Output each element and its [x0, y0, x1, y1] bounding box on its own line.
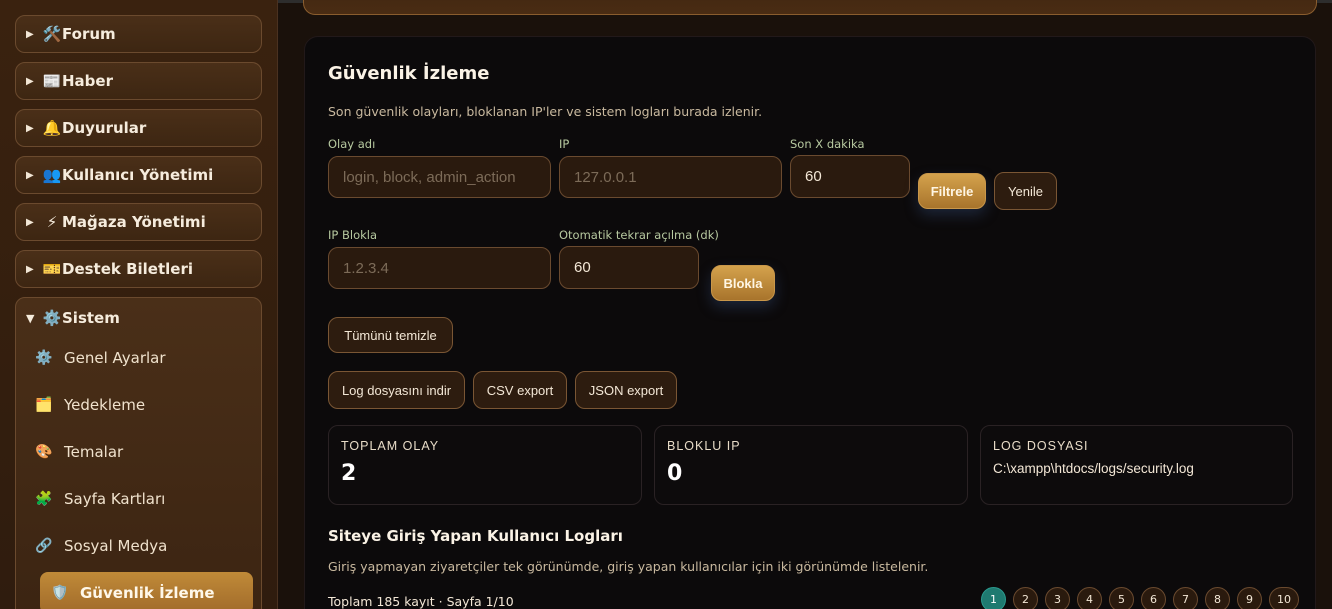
ticket-icon: 🎫 [42, 260, 62, 278]
sidebar-item-temalar[interactable]: 🎨 Temalar [24, 434, 238, 470]
event-label: Olay adı [328, 137, 376, 151]
palette-icon: 🎨 [35, 444, 53, 460]
security-card [304, 36, 1316, 609]
ip-label: IP [559, 137, 570, 151]
sidebar: ▶ 🛠️ Forum ▶ 📰 Haber ▶ 🔔 Duyurular ▶ 👥 K… [0, 0, 278, 609]
gear-icon: ⚙️ [35, 350, 53, 366]
sidebar-item-label: Destek Biletleri [62, 260, 194, 278]
tools-icon: 🛠️ [42, 25, 62, 43]
event-input[interactable]: login, block, admin_action [328, 156, 551, 198]
auto-unblock-label: Otomatik tekrar açılma (dk) [559, 228, 719, 242]
block-ip-label: IP Blokla [328, 228, 378, 242]
sidebar-item-sayfa-kartlari[interactable]: 🧩 Sayfa Kartları [24, 481, 238, 517]
page-button[interactable]: 10 [1269, 587, 1299, 609]
caret-right-icon: ▶ [26, 75, 34, 87]
refresh-button[interactable]: Yenile [994, 172, 1057, 210]
newspaper-icon: 📰 [42, 72, 62, 90]
users-icon: 👥 [42, 166, 62, 184]
puzzle-icon: 🧩 [35, 491, 53, 507]
shield-icon: 🛡️ [51, 585, 69, 601]
bell-icon: 🔔 [42, 119, 62, 137]
page-title: Güvenlik İzleme [328, 63, 490, 84]
sidebar-item-magaza-yonetimi[interactable]: ▶ ⚡ Mağaza Yönetimi [15, 203, 262, 241]
sidebar-item-label: Mağaza Yönetimi [62, 213, 206, 231]
stat-value: 0 [667, 461, 683, 486]
previous-panel [303, 0, 1317, 15]
sidebar-item-haber[interactable]: ▶ 📰 Haber [15, 62, 262, 100]
caret-right-icon: ▶ [26, 216, 34, 228]
sidebar-group-label: Sistem [62, 309, 120, 327]
stat-label: TOPLAM OLAY [341, 439, 440, 453]
stat-log-file: LOG DOSYASI C:\xampp\htdocs/logs/securit… [980, 425, 1293, 505]
section-description: Giriş yapmayan ziyaretçiler tek görünümd… [328, 559, 929, 574]
sidebar-item-label: Güvenlik İzleme [80, 584, 215, 602]
page-button[interactable]: 7 [1173, 587, 1198, 609]
sidebar-item-label: Genel Ayarlar [64, 349, 166, 367]
sidebar-item-sosyal-medya[interactable]: 🔗 Sosyal Medya [24, 528, 238, 564]
sidebar-item-label: Sayfa Kartları [64, 490, 166, 508]
pagination: 1 2 3 4 5 6 7 8 9 10 [981, 587, 1299, 609]
stat-blocked-ip: BLOKLU IP 0 [654, 425, 968, 505]
auto-unblock-input[interactable]: 60 [559, 246, 699, 289]
page-button[interactable]: 5 [1109, 587, 1134, 609]
stat-value: 2 [341, 461, 357, 486]
page-button[interactable]: 9 [1237, 587, 1262, 609]
block-ip-input[interactable]: 1.2.3.4 [328, 247, 551, 289]
sidebar-item-label: Sosyal Medya [64, 537, 168, 555]
caret-down-icon: ▼ [26, 311, 35, 325]
page-button[interactable]: 4 [1077, 587, 1102, 609]
sidebar-item-forum[interactable]: ▶ 🛠️ Forum [15, 15, 262, 53]
caret-right-icon: ▶ [26, 122, 34, 134]
gear-icon: ⚙️ [42, 309, 62, 327]
stat-path: C:\xampp\htdocs/logs/security.log [993, 461, 1194, 476]
sidebar-item-label: Duyurular [62, 119, 147, 137]
caret-right-icon: ▶ [26, 28, 34, 40]
caret-right-icon: ▶ [26, 169, 34, 181]
filter-button[interactable]: Filtrele [918, 173, 986, 209]
sidebar-item-guvenlik-izleme[interactable]: 🛡️ Güvenlik İzleme [40, 572, 253, 609]
caret-right-icon: ▶ [26, 263, 34, 275]
sidebar-item-yedekleme[interactable]: 🗂️ Yedekleme [24, 387, 238, 423]
page-button[interactable]: 6 [1141, 587, 1166, 609]
clear-all-button[interactable]: Tümünü temizle [328, 317, 453, 353]
json-export-button[interactable]: JSON export [575, 371, 677, 409]
block-button[interactable]: Blokla [711, 265, 775, 301]
sidebar-item-kullanici-yonetimi[interactable]: ▶ 👥 Kullanıcı Yönetimi [15, 156, 262, 194]
sidebar-item-destek-biletleri[interactable]: ▶ 🎫 Destek Biletleri [15, 250, 262, 288]
folder-icon: 🗂️ [35, 397, 53, 413]
page-button[interactable]: 8 [1205, 587, 1230, 609]
sidebar-item-label: Kullanıcı Yönetimi [62, 166, 214, 184]
ip-input[interactable]: 127.0.0.1 [559, 156, 782, 198]
minutes-label: Son X dakika [790, 137, 865, 151]
stat-label: BLOKLU IP [667, 439, 741, 453]
sidebar-item-label: Forum [62, 25, 116, 43]
sidebar-item-genel-ayarlar[interactable]: ⚙️ Genel Ayarlar [24, 340, 238, 376]
section-title: Siteye Giriş Yapan Kullanıcı Logları [328, 527, 623, 545]
sidebar-item-label: Haber [62, 72, 113, 90]
stat-label: LOG DOSYASI [993, 439, 1089, 453]
page-button[interactable]: 3 [1045, 587, 1070, 609]
minutes-input[interactable]: 60 [790, 155, 910, 198]
sidebar-item-duyurular[interactable]: ▶ 🔔 Duyurular [15, 109, 262, 147]
page-button[interactable]: 1 [981, 587, 1006, 609]
lightning-icon: ⚡ [46, 213, 58, 231]
sidebar-item-label: Temalar [64, 443, 124, 461]
download-log-button[interactable]: Log dosyasını indir [328, 371, 465, 409]
link-icon: 🔗 [35, 538, 53, 554]
stat-total-events: TOPLAM OLAY 2 [328, 425, 642, 505]
sidebar-item-label: Yedekleme [64, 396, 146, 414]
record-count: Toplam 185 kayıt · Sayfa 1/10 [328, 594, 514, 609]
sidebar-group-header[interactable]: ▼ ⚙️ Sistem [16, 298, 261, 338]
page-button[interactable]: 2 [1013, 587, 1038, 609]
page-description: Son güvenlik olayları, bloklanan IP'ler … [328, 104, 763, 119]
csv-export-button[interactable]: CSV export [473, 371, 567, 409]
